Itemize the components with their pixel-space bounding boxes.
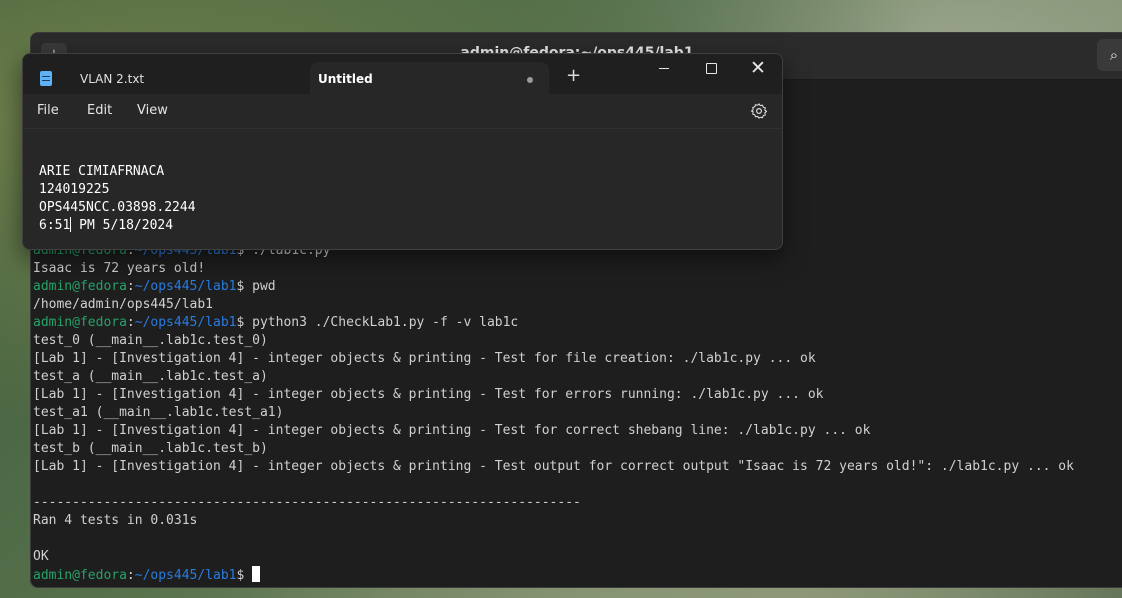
- terminal-output-line: Ran 4 tests in 0.031s: [33, 513, 198, 528]
- terminal-output-line: [Lab 1] - [Investigation 4] - integer ob…: [33, 351, 816, 366]
- prompt-host: admin@fedora: [33, 315, 127, 330]
- menu-edit[interactable]: Edit: [87, 103, 112, 118]
- close-icon: ✕: [750, 57, 766, 79]
- prompt-separator: :: [126, 279, 135, 294]
- command-text: pwd: [244, 279, 276, 294]
- terminal-output-line: [Lab 1] - [Investigation 4] - integer ob…: [33, 423, 871, 438]
- terminal-command-line: admin@fedora:~/ops445/lab1$ pwd: [33, 278, 1122, 296]
- search-icon[interactable]: ⌕: [1097, 39, 1122, 71]
- tab-untitled[interactable]: Untitled: [310, 62, 549, 95]
- unsaved-dot-icon[interactable]: [527, 77, 533, 83]
- terminal-output-line: test_b (__main__.lab1c.test_b): [33, 441, 268, 456]
- text-after-caret: PM 5/18/2024: [71, 218, 174, 233]
- menu-file[interactable]: File: [37, 103, 59, 118]
- terminal-output-line: OK: [33, 549, 49, 564]
- tab-untitled-label: Untitled: [318, 72, 373, 86]
- minimize-button[interactable]: [641, 54, 687, 84]
- prompt-separator: :: [126, 315, 135, 330]
- prompt-path: ~/ops445/lab1: [134, 568, 237, 583]
- text-before-caret: 6:51: [39, 218, 71, 233]
- terminal-output-line: ----------------------------------------…: [33, 495, 581, 510]
- text-line: 6:51 PM 5/18/2024: [39, 217, 196, 235]
- close-button[interactable]: ✕: [735, 54, 781, 84]
- terminal-output-line: test_a (__main__.lab1c.test_a): [33, 369, 268, 384]
- notepad-menu-bar: File Edit View: [23, 94, 782, 128]
- terminal-cursor: [252, 566, 261, 582]
- prompt-path: ~/ops445/lab1: [134, 279, 237, 294]
- maximize-button[interactable]: [688, 54, 734, 84]
- notepad-app-icon: [40, 71, 52, 86]
- add-tab-button[interactable]: +: [566, 67, 581, 85]
- menu-view[interactable]: View: [137, 103, 168, 118]
- prompt-host: admin@fedora: [33, 568, 127, 583]
- terminal-output-line: [Lab 1] - [Investigation 4] - integer ob…: [33, 459, 1074, 474]
- terminal-output-line: test_a1 (__main__.lab1c.test_a1): [33, 405, 284, 420]
- terminal-output-line: test_0 (__main__.lab1c.test_0): [33, 333, 268, 348]
- text-line: 124019225: [39, 182, 110, 197]
- notepad-tab-bar: VLAN 2.txt Untitled + ✕: [23, 54, 782, 95]
- prompt-path: ~/ops445/lab1: [134, 315, 237, 330]
- prompt-separator: :: [126, 568, 135, 583]
- prompt-host: admin@fedora: [33, 279, 127, 294]
- text-line: ARIE CIMIAFRNACA: [39, 164, 165, 179]
- notepad-window[interactable]: VLAN 2.txt Untitled + ✕ File Edit View A…: [22, 53, 783, 250]
- minimize-icon: [659, 68, 669, 69]
- terminal-active-prompt[interactable]: admin@fedora:~/ops445/lab1$: [33, 566, 1122, 584]
- settings-gear-icon[interactable]: [750, 102, 768, 120]
- terminal-command-line: admin@fedora:~/ops445/lab1$ python3 ./Ch…: [33, 314, 1122, 332]
- notepad-text: ARIE CIMIAFRNACA 124019225 OPS445NCC.038…: [39, 163, 196, 235]
- tab-vlan-2[interactable]: VLAN 2.txt: [80, 72, 144, 86]
- terminal-output-line: [Lab 1] - [Investigation 4] - integer ob…: [33, 387, 824, 402]
- text-line: OPS445NCC.03898.2244: [39, 200, 196, 215]
- terminal-output-line: Isaac is 72 years old!: [33, 261, 206, 276]
- terminal-output-line: /home/admin/ops445/lab1: [33, 297, 214, 312]
- notepad-text-area[interactable]: ARIE CIMIAFRNACA 124019225 OPS445NCC.038…: [23, 128, 782, 249]
- maximize-icon: [705, 63, 717, 74]
- command-text: python3 ./CheckLab1.py -f -v lab1c: [244, 315, 519, 330]
- terminal-output[interactable]: admin@fedora:~/ops445/lab1$ ./lab1c.py Is…: [33, 242, 1122, 584]
